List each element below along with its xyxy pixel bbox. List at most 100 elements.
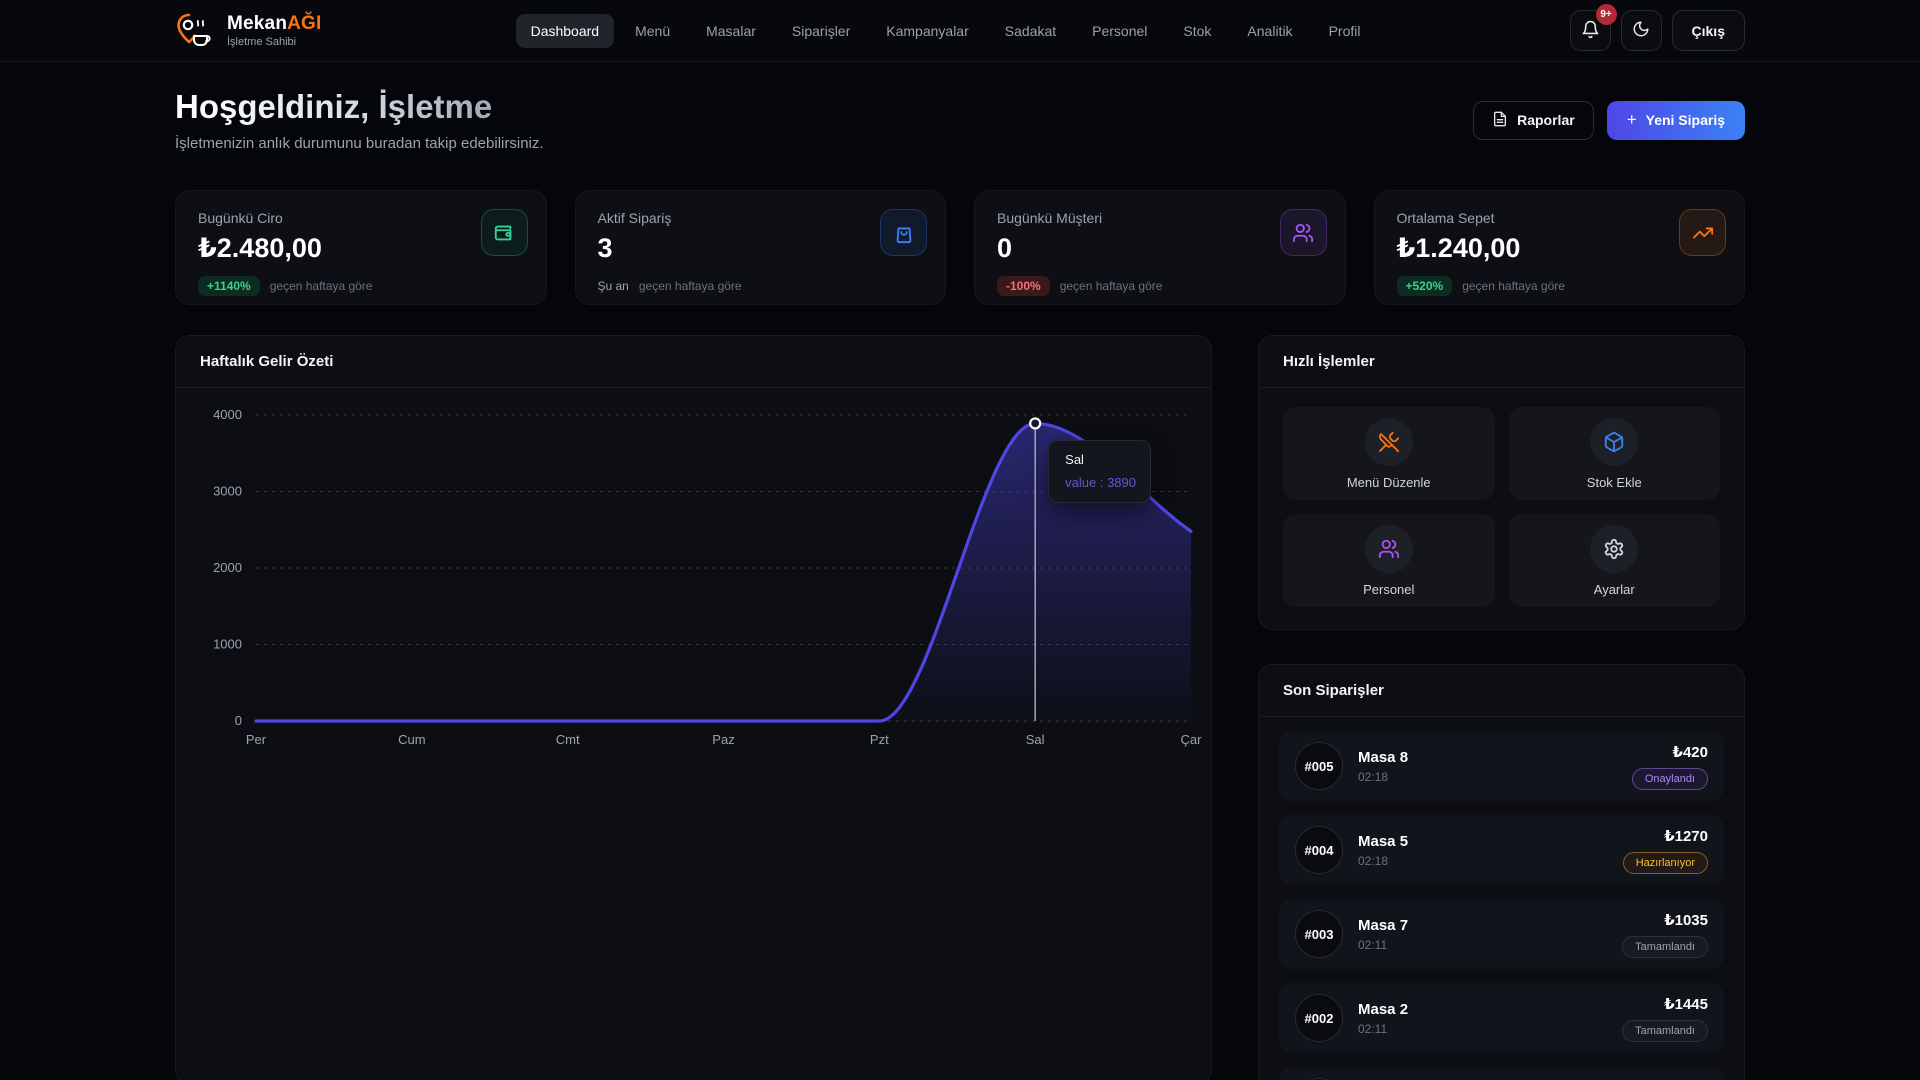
- nav-item-menü[interactable]: Menü: [620, 14, 685, 48]
- order-id-badge: #004: [1295, 826, 1343, 874]
- y-axis-tick: 1000: [213, 637, 242, 652]
- x-axis-tick: Cmt: [556, 732, 580, 747]
- quick-actions-grid: Menü Düzenle Stok Ekle Personel Ayarlar: [1259, 388, 1744, 629]
- stat-change-badge: Şu an: [598, 276, 629, 296]
- gear-icon: [1590, 525, 1638, 573]
- revenue-area: [256, 423, 1191, 721]
- active-point-marker: [1030, 418, 1040, 428]
- stat-note: geçen haftaya göre: [1060, 279, 1163, 293]
- welcome-row: Hoşgeldiniz, İşletme İşletmenizin anlık …: [175, 88, 1745, 152]
- order-amount: ₺1035: [1622, 911, 1708, 929]
- main-navigation: DashboardMenüMasalarSiparişlerKampanyala…: [516, 14, 1376, 48]
- quick-action-personel[interactable]: Personel: [1283, 514, 1495, 607]
- trending-up-icon: [1679, 209, 1726, 256]
- recent-orders-list: #005 Masa 8 02:18 ₺420 Onaylandı #004 Ma…: [1259, 717, 1744, 1080]
- nav-item-sadakat[interactable]: Sadakat: [990, 14, 1071, 48]
- nav-item-siparişler[interactable]: Siparişler: [777, 14, 865, 48]
- new-order-button[interactable]: + Yeni Sipariş: [1607, 101, 1745, 140]
- page-title: Hoşgeldiniz, İşletme: [175, 88, 544, 126]
- main-grid: Haftalık Gelir Özeti 01000200030004000Pe…: [175, 335, 1745, 1080]
- stat-card-blue: Aktif Sipariş 3 Şu an geçen haftaya göre: [575, 190, 947, 305]
- x-axis-tick: Çar: [1181, 732, 1203, 747]
- order-id-badge: #002: [1295, 994, 1343, 1042]
- revenue-chart[interactable]: 01000200030004000PerCumCmtPazPztSalÇar S…: [176, 392, 1211, 772]
- package-icon: [1590, 418, 1638, 466]
- reports-button[interactable]: Raporlar: [1473, 101, 1594, 140]
- bell-icon: [1581, 20, 1600, 42]
- stat-change-badge: -100%: [997, 276, 1050, 296]
- stat-value: ₺1.240,00: [1397, 233, 1723, 264]
- stat-label: Bugünkü Müşteri: [997, 210, 1323, 226]
- nav-item-dashboard[interactable]: Dashboard: [516, 14, 615, 48]
- stat-value: 3: [598, 233, 924, 264]
- brand: MekanAĞI İşletme Sahibi: [175, 11, 322, 51]
- nav-item-profil[interactable]: Profil: [1314, 14, 1376, 48]
- stat-note: geçen haftaya göre: [639, 279, 742, 293]
- order-table-name: Masa 2: [1358, 1001, 1622, 1018]
- stat-note: geçen haftaya göre: [1462, 279, 1565, 293]
- quick-actions-panel: Hızlı İşlemler Menü Düzenle Stok Ekle Pe…: [1258, 335, 1745, 630]
- brand-subtitle: İşletme Sahibi: [227, 36, 322, 48]
- utensils-icon: [1365, 418, 1413, 466]
- revenue-chart-svg: 01000200030004000PerCumCmtPazPztSalÇar: [176, 392, 1211, 772]
- y-axis-tick: 4000: [213, 407, 242, 422]
- plus-icon: +: [1627, 110, 1637, 130]
- stats-grid: Bugünkü Ciro ₺2.480,00 +1140% geçen haft…: [175, 190, 1745, 305]
- notifications-button[interactable]: 9+: [1570, 10, 1611, 51]
- logout-button[interactable]: Çıkış: [1672, 10, 1745, 51]
- order-row-005[interactable]: #005 Masa 8 02:18 ₺420 Onaylandı: [1279, 731, 1724, 801]
- users-icon: [1280, 209, 1327, 256]
- brand-name: MekanAĞI: [227, 13, 322, 35]
- brand-logo-icon: [175, 11, 215, 51]
- stat-card-orange: Ortalama Sepet ₺1.240,00 +520% geçen haf…: [1374, 190, 1746, 305]
- nav-item-masalar[interactable]: Masalar: [691, 14, 771, 48]
- order-row-003[interactable]: #003 Masa 7 02:11 ₺1035 Tamamlandı: [1279, 899, 1724, 969]
- order-table-name: Masa 5: [1358, 833, 1623, 850]
- quick-actions-title: Hızlı İşlemler: [1283, 353, 1720, 370]
- stat-value: 0: [997, 233, 1323, 264]
- nav-item-personel[interactable]: Personel: [1077, 14, 1162, 48]
- order-time: 02:18: [1358, 854, 1623, 868]
- stat-label: Aktif Sipariş: [598, 210, 924, 226]
- stat-card-green: Bugünkü Ciro ₺2.480,00 +1140% geçen haft…: [175, 190, 547, 305]
- page-subtitle: İşletmenizin anlık durumunu buradan taki…: [175, 135, 544, 152]
- quick-action-stok-ekle[interactable]: Stok Ekle: [1509, 407, 1721, 500]
- nav-item-kampanyalar[interactable]: Kampanyalar: [871, 14, 984, 48]
- shopping-bag-icon: [880, 209, 927, 256]
- order-time: 02:11: [1358, 1022, 1622, 1036]
- order-amount: ₺1445: [1622, 995, 1708, 1013]
- order-table-name: Masa 8: [1358, 749, 1632, 766]
- nav-item-stok[interactable]: Stok: [1168, 14, 1226, 48]
- order-amount: ₺420: [1632, 743, 1708, 761]
- stat-card-purple: Bugünkü Müşteri 0 -100% geçen haftaya gö…: [974, 190, 1346, 305]
- order-id-badge: #005: [1295, 742, 1343, 790]
- quick-action-menü-düzenle[interactable]: Menü Düzenle: [1283, 407, 1495, 500]
- order-row-004[interactable]: #004 Masa 5 02:18 ₺1270 Hazırlanıyor: [1279, 815, 1724, 885]
- order-time: 02:18: [1358, 770, 1632, 784]
- chart-title: Haftalık Gelir Özeti: [200, 353, 1187, 370]
- order-row-002[interactable]: #002 Masa 2 02:11 ₺1445 Tamamlandı: [1279, 983, 1724, 1053]
- navbar-actions: 9+ Çıkış: [1570, 10, 1745, 51]
- top-navbar: MekanAĞI İşletme Sahibi DashboardMenüMas…: [0, 0, 1920, 62]
- notification-count-badge: 9+: [1596, 4, 1617, 25]
- dashboard-page: Hoşgeldiniz, İşletme İşletmenizin anlık …: [175, 62, 1745, 1080]
- recent-orders-title: Son Siparişler: [1283, 682, 1720, 699]
- order-status-badge: Hazırlanıyor: [1623, 852, 1708, 874]
- stat-change-badge: +520%: [1397, 276, 1453, 296]
- order-row-001[interactable]: #001 Masa 10 02:11 ₺2240 Hazır: [1279, 1067, 1724, 1080]
- document-icon: [1492, 111, 1508, 130]
- stat-change-badge: +1140%: [198, 276, 260, 296]
- moon-icon: [1632, 20, 1650, 41]
- users-icon: [1365, 525, 1413, 573]
- x-axis-tick: Cum: [398, 732, 425, 747]
- wallet-icon: [481, 209, 528, 256]
- order-status-badge: Tamamlandı: [1622, 1020, 1708, 1042]
- nav-item-analitik[interactable]: Analitik: [1232, 14, 1307, 48]
- order-amount: ₺1270: [1623, 827, 1708, 845]
- order-id-badge: #003: [1295, 910, 1343, 958]
- x-axis-tick: Per: [246, 732, 267, 747]
- stat-value: ₺2.480,00: [198, 233, 524, 264]
- quick-action-ayarlar[interactable]: Ayarlar: [1509, 514, 1721, 607]
- theme-toggle-button[interactable]: [1621, 10, 1662, 51]
- y-axis-tick: 3000: [213, 484, 242, 499]
